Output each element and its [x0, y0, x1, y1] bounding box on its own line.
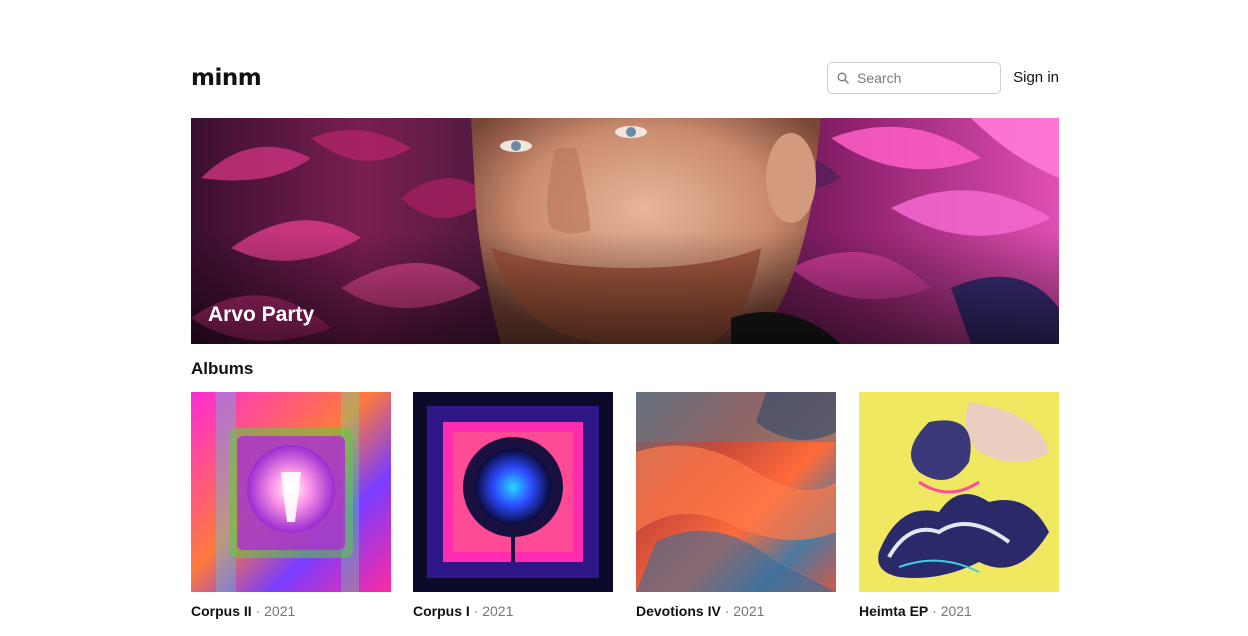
artist-hero-banner[interactable]: Arvo Party: [191, 118, 1059, 344]
top-bar: minm Sign in: [191, 62, 1059, 96]
caption-separator: ·: [255, 603, 261, 619]
album-year: 2021: [940, 603, 972, 619]
album-cover-image[interactable]: [413, 392, 613, 592]
search-input[interactable]: [857, 70, 987, 86]
album-year: 2021: [733, 603, 765, 619]
album-caption: Corpus I · 2021: [413, 602, 613, 620]
album-cover-image[interactable]: [859, 392, 1059, 592]
search-box[interactable]: [827, 62, 1001, 94]
app-logo[interactable]: minm: [191, 64, 262, 92]
album-cover-image[interactable]: [191, 392, 391, 592]
artist-hero-image: [191, 118, 1059, 344]
albums-grid: Corpus II · 2021 Corpus I · 2021 Devotio…: [191, 392, 1059, 622]
album-caption: Heimta EP · 2021: [859, 602, 1059, 620]
caption-separator: ·: [932, 603, 937, 619]
album-year: 2021: [264, 603, 296, 619]
album-caption: Devotions IV · 2021: [636, 602, 836, 620]
search-icon: [837, 72, 849, 84]
album-card[interactable]: Devotions IV · 2021: [636, 392, 836, 620]
album-title[interactable]: Corpus I: [413, 603, 470, 619]
album-year: 2021: [482, 603, 514, 619]
caption-separator: ·: [724, 603, 730, 619]
artist-name: Arvo Party: [208, 303, 315, 326]
album-title[interactable]: Devotions IV: [636, 603, 721, 619]
page: minm Sign in: [0, 0, 1248, 636]
album-title[interactable]: Corpus II: [191, 603, 252, 619]
album-cover-image[interactable]: [636, 392, 836, 592]
album-card[interactable]: Heimta EP · 2021: [859, 392, 1059, 620]
caption-separator: ·: [473, 603, 479, 619]
album-caption: Corpus II · 2021: [191, 602, 391, 620]
albums-heading: Albums: [191, 359, 254, 378]
album-card[interactable]: Corpus II · 2021: [191, 392, 391, 620]
album-card[interactable]: Corpus I · 2021: [413, 392, 613, 620]
sign-in-link[interactable]: Sign in: [1013, 69, 1059, 87]
album-title[interactable]: Heimta EP: [859, 603, 928, 619]
